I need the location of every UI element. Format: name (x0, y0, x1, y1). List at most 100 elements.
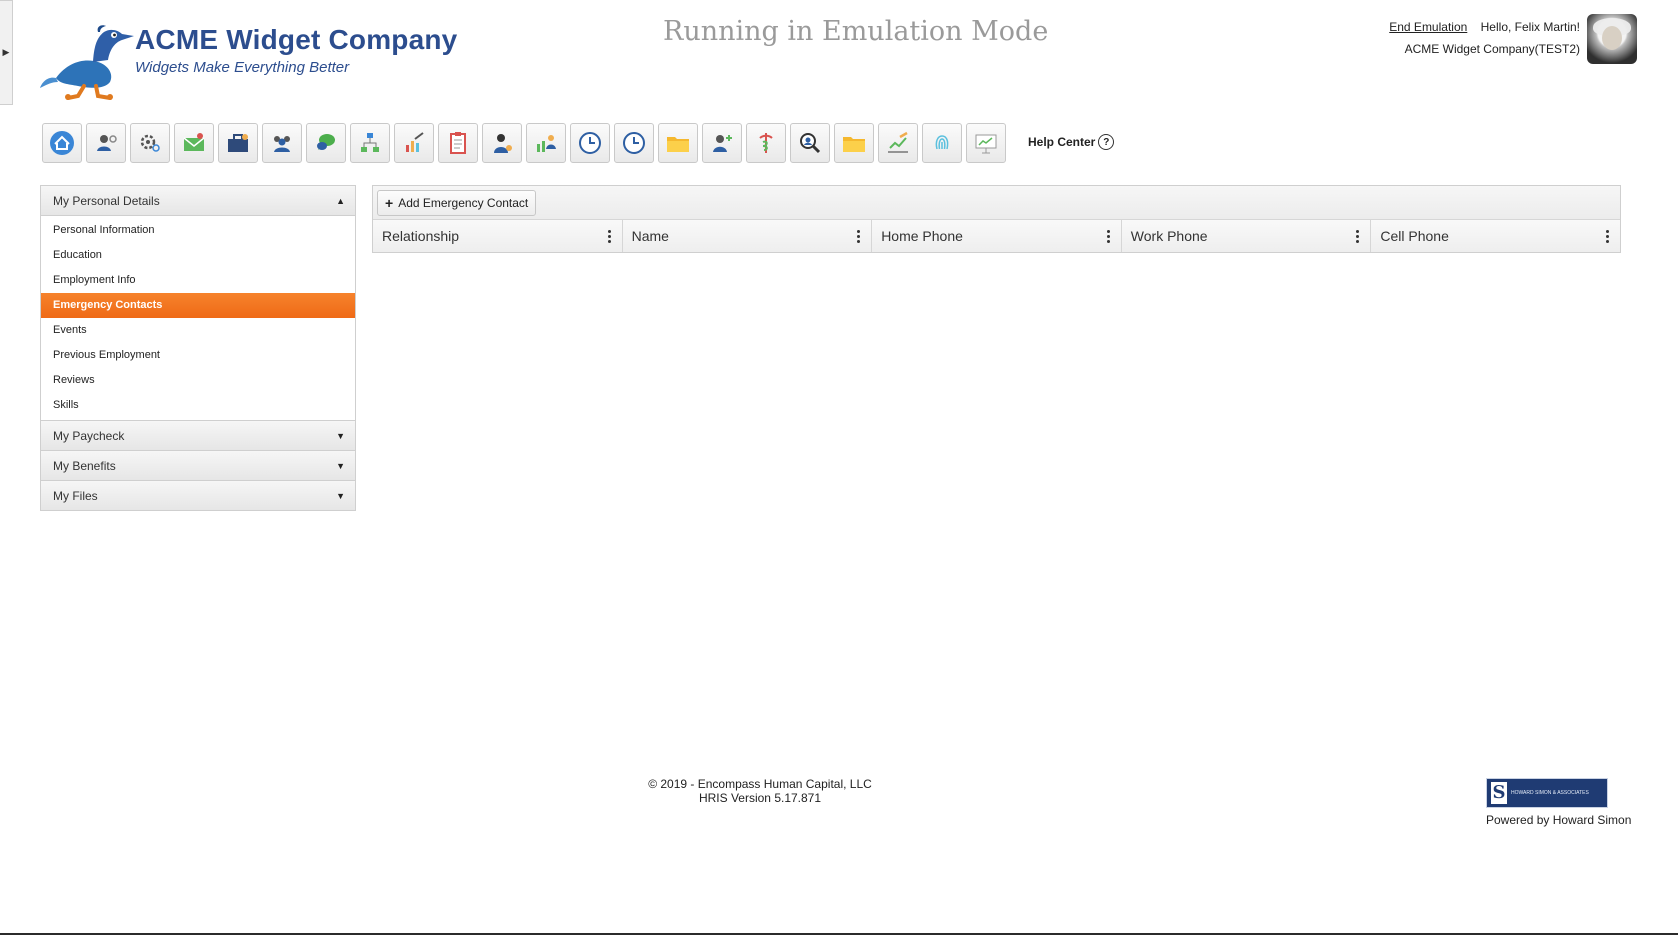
copyright-text: © 2019 - Encompass Human Capital, LLC (648, 777, 872, 791)
company-name: ACME Widget Company (135, 24, 458, 55)
employee-button[interactable] (482, 123, 522, 163)
chart-edit-icon (406, 132, 424, 152)
briefcase-button[interactable] (218, 123, 258, 163)
clock-icon (623, 132, 645, 154)
column-header-relationship[interactable]: Relationship (373, 220, 623, 252)
mail-button[interactable] (174, 123, 214, 163)
end-emulation-link[interactable]: End Emulation (1389, 20, 1467, 34)
folder-icon (667, 137, 689, 152)
sidebar-item-personal-information[interactable]: Personal Information (41, 218, 355, 243)
column-menu-icon[interactable] (1603, 227, 1612, 246)
sidebar-item-reviews[interactable]: Reviews (41, 368, 355, 393)
edit-chart-icon (888, 131, 908, 153)
hs-logo-mark: S (1491, 782, 1507, 804)
chat-button[interactable] (306, 123, 346, 163)
avatar[interactable] (1587, 14, 1637, 64)
powered-by-text: Powered by Howard Simon (1486, 813, 1632, 827)
add-emergency-contact-button[interactable]: + Add Emergency Contact (377, 189, 537, 216)
column-menu-icon[interactable] (1353, 227, 1362, 246)
org-chart-icon (361, 133, 379, 152)
help-icon: ? (1098, 134, 1115, 150)
module-toolbar (42, 123, 1006, 163)
help-center-link[interactable]: Help Center ? (1028, 134, 1115, 150)
documents-button[interactable] (658, 123, 698, 163)
sidebar-item-skills[interactable]: Skills (41, 393, 355, 418)
column-header-cell-phone[interactable]: Cell Phone (1371, 220, 1620, 252)
personal-details-items: Personal Information Education Employmen… (41, 216, 355, 421)
fingerprint-icon (935, 135, 949, 150)
howard-simon-logo: S HOWARD SIMON & ASSOCIATES (1486, 778, 1608, 808)
time-clock-button[interactable] (570, 123, 610, 163)
org-chart-button[interactable] (350, 123, 390, 163)
gear-settings-button[interactable] (130, 123, 170, 163)
sidebar-item-employment-info[interactable]: Employment Info (41, 268, 355, 293)
section-my-files[interactable]: My Files ▼ (41, 481, 355, 510)
chevron-down-icon: ▼ (336, 460, 345, 471)
column-header-home-phone[interactable]: Home Phone (872, 220, 1122, 252)
search-user-icon (800, 133, 821, 154)
user-add-button[interactable] (702, 123, 742, 163)
section-my-paycheck[interactable]: My Paycheck ▼ (41, 421, 355, 451)
sidebar-item-events[interactable]: Events (41, 318, 355, 343)
clipboard-icon (450, 132, 466, 154)
chevron-down-icon: ▼ (336, 430, 345, 441)
section-my-benefits[interactable]: My Benefits ▼ (41, 451, 355, 481)
chevron-up-icon: ▲ (336, 195, 345, 206)
presentation-button[interactable] (966, 123, 1006, 163)
version-text: HRIS Version 5.17.871 (698, 791, 822, 805)
files-button[interactable] (834, 123, 874, 163)
group-chart-button[interactable] (526, 123, 566, 163)
clipboard-button[interactable] (438, 123, 478, 163)
column-header-work-phone[interactable]: Work Phone (1122, 220, 1372, 252)
search-user-button[interactable] (790, 123, 830, 163)
column-label: Name (631, 228, 669, 244)
column-label: Relationship (382, 228, 460, 244)
section-my-personal-details[interactable]: My Personal Details ▲ (41, 186, 355, 216)
folder-icon (843, 137, 865, 152)
user-settings-button[interactable] (86, 123, 126, 163)
plus-icon: + (385, 194, 394, 211)
section-label: My Benefits (53, 458, 116, 473)
edit-chart-button[interactable] (878, 123, 918, 163)
home-icon (50, 131, 74, 155)
chart-edit-button[interactable] (394, 123, 434, 163)
employee-icon (494, 134, 512, 153)
user-settings-icon (97, 135, 117, 151)
column-menu-icon[interactable] (605, 227, 614, 246)
roadrunner-logo (40, 25, 134, 100)
user-greeting: Hello, Felix Martin! (1480, 20, 1580, 34)
section-label: My Paycheck (53, 428, 125, 443)
column-label: Home Phone (881, 228, 963, 244)
home-button[interactable] (42, 123, 82, 163)
footer: © 2019 - Encompass Human Capital, LLC HR… (0, 777, 1520, 805)
section-label: My Files (53, 488, 98, 503)
presentation-icon (975, 134, 997, 154)
medical-button[interactable] (746, 123, 786, 163)
hs-logo-text: HOWARD SIMON & ASSOCIATES (1511, 790, 1589, 796)
sidebar-item-emergency-contacts[interactable]: Emergency Contacts (41, 293, 355, 318)
group-chart-icon (537, 135, 556, 152)
sidebar-accordion: My Personal Details ▲ Personal Informati… (40, 185, 356, 511)
sidebar-item-previous-employment[interactable]: Previous Employment (41, 343, 355, 368)
side-panel-toggle[interactable]: ▶ (0, 0, 13, 105)
briefcase-icon (228, 134, 248, 152)
chat-icon (317, 134, 335, 150)
sidebar-item-education[interactable]: Education (41, 243, 355, 268)
column-menu-icon[interactable] (1104, 227, 1113, 246)
team-icon (274, 136, 290, 152)
column-label: Cell Phone (1380, 228, 1449, 244)
company-tagline: Widgets Make Everything Better (135, 59, 350, 76)
column-label: Work Phone (1130, 228, 1208, 244)
emergency-contacts-grid: + Add Emergency Contact Relationship Nam… (372, 185, 1621, 253)
help-center-label: Help Center (1028, 135, 1096, 149)
company-context: ACME Widget Company(TEST2) (1404, 42, 1580, 56)
mail-icon (183, 133, 205, 151)
grid-toolbar: + Add Emergency Contact (373, 186, 1620, 220)
fingerprint-button[interactable] (922, 123, 962, 163)
user-info: End Emulation Hello, Felix Martin! ACME … (1389, 18, 1580, 56)
time-sheet-button[interactable] (614, 123, 654, 163)
column-menu-icon[interactable] (854, 227, 863, 246)
column-header-name[interactable]: Name (623, 220, 873, 252)
medical-icon (759, 133, 773, 153)
team-button[interactable] (262, 123, 302, 163)
